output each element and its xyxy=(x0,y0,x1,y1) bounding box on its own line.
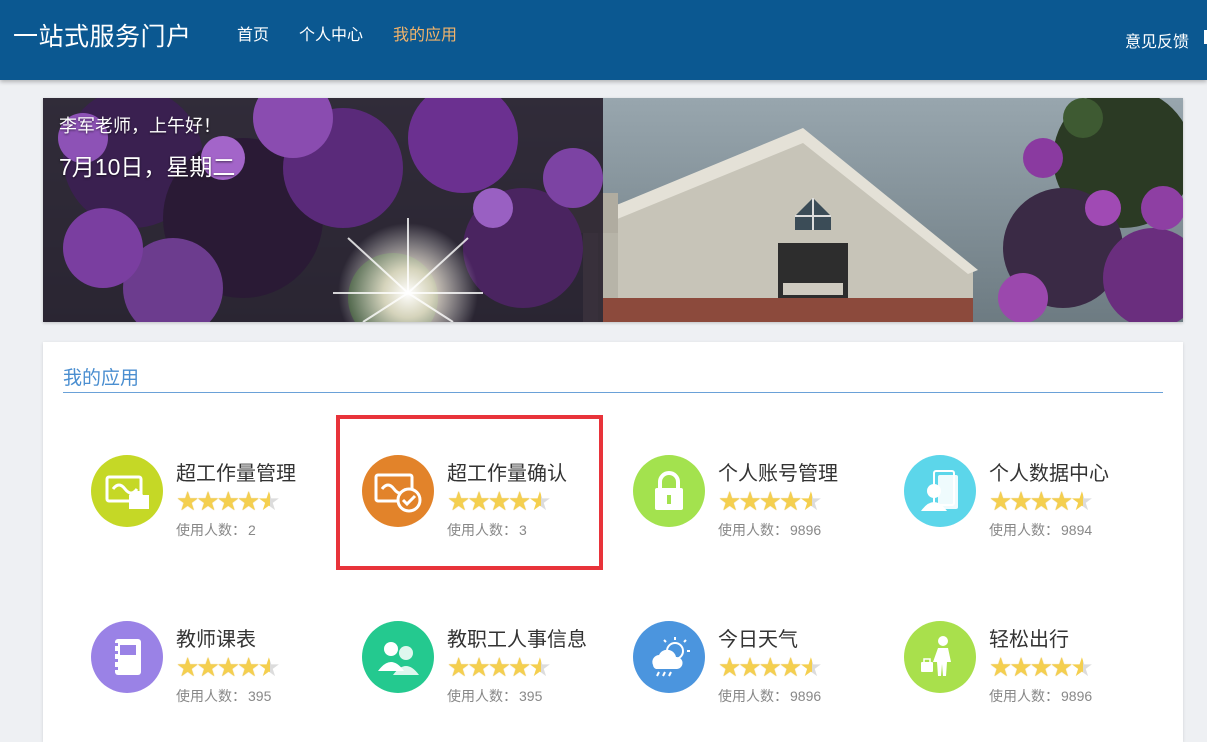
app-name: 个人账号管理 xyxy=(718,463,838,485)
rating-stars: ★★★★★ xyxy=(447,486,552,516)
greeting-text: 李军老师，上午好！ xyxy=(59,116,221,136)
feedback-link[interactable]: 意见反馈 xyxy=(1125,28,1189,52)
usage-count: 使用人数： 395 xyxy=(176,688,272,704)
panel-title: 我的应用 xyxy=(63,368,140,389)
rating-stars: ★★★★★ xyxy=(447,652,552,682)
panel-divider xyxy=(63,392,1163,393)
nav-home[interactable]: 首页 xyxy=(237,21,269,45)
workload-folder-icon xyxy=(91,455,163,527)
person-card-icon xyxy=(904,455,976,527)
brand-title[interactable]: 一站式服务门户 xyxy=(13,17,192,53)
usage-count: 使用人数： 2 xyxy=(176,522,256,538)
usage-count: 使用人数： 9896 xyxy=(718,522,822,538)
workload-confirm-icon xyxy=(362,455,434,527)
weather-icon xyxy=(633,621,705,693)
usage-count: 使用人数： 395 xyxy=(447,688,543,704)
rating-stars: ★★★★★ xyxy=(718,486,823,516)
people-icon xyxy=(362,621,434,693)
rating-stars: ★★★★★ xyxy=(989,652,1094,682)
rating-stars: ★★★★★ xyxy=(176,652,281,682)
app-workload-confirm[interactable]: 超工作量确认 ★★★★★ 使用人数： 3 xyxy=(362,455,602,545)
usage-count: 使用人数： 9894 xyxy=(989,522,1093,538)
app-personal-data-center[interactable]: 个人数据中心 ★★★★★ 使用人数： 9894 xyxy=(904,455,1144,545)
app-workload-management[interactable]: 超工作量管理 ★★★★★ 使用人数： 2 xyxy=(91,455,331,545)
app-name: 今日天气 xyxy=(718,629,798,651)
app-name: 教职工人事信息 xyxy=(447,629,587,651)
traveler-icon xyxy=(904,621,976,693)
app-name: 超工作量确认 xyxy=(447,463,567,485)
usage-count: 使用人数： 3 xyxy=(447,522,527,538)
usage-count: 使用人数： 9896 xyxy=(718,688,822,704)
notebook-icon xyxy=(91,621,163,693)
top-nav-bar: 一站式服务门户 首页 个人中心 我的应用 意见反馈 xyxy=(0,0,1207,80)
nav-my-apps[interactable]: 我的应用 xyxy=(393,21,457,45)
rating-stars: ★★★★★ xyxy=(989,486,1094,516)
app-name: 超工作量管理 xyxy=(176,463,296,485)
app-name: 教师课表 xyxy=(176,629,256,651)
date-text: 7月10日，星期二 xyxy=(59,154,236,180)
app-easy-travel[interactable]: 轻松出行 ★★★★★ 使用人数： 9896 xyxy=(904,621,1144,711)
usage-count: 使用人数： 9896 xyxy=(989,688,1093,704)
rating-stars: ★★★★★ xyxy=(718,652,823,682)
app-name: 个人数据中心 xyxy=(989,463,1109,485)
app-staff-hr-info[interactable]: 教职工人事信息 ★★★★★ 使用人数： 395 xyxy=(362,621,602,711)
nav-personal-center[interactable]: 个人中心 xyxy=(299,21,363,45)
rating-stars: ★★★★★ xyxy=(176,486,281,516)
lock-icon xyxy=(633,455,705,527)
welcome-banner: 李军老师，上午好！ 7月10日，星期二 xyxy=(43,98,1183,322)
app-teacher-schedule[interactable]: 教师课表 ★★★★★ 使用人数： 395 xyxy=(91,621,331,711)
app-today-weather[interactable]: 今日天气 ★★★★★ 使用人数： 9896 xyxy=(633,621,873,711)
app-name: 轻松出行 xyxy=(989,629,1069,651)
app-account-management[interactable]: 个人账号管理 ★★★★★ 使用人数： 9896 xyxy=(633,455,873,545)
